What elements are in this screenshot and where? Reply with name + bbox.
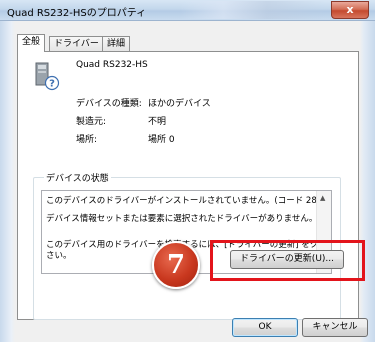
cancel-button[interactable]: キャンセル (302, 318, 368, 337)
ok-button[interactable]: OK (232, 318, 298, 337)
status-line: デバイス情報セットまたは要素に選択されたドライバーがありません。 (46, 214, 318, 224)
scroll-up-icon[interactable]: ▲ (320, 194, 325, 202)
close-button[interactable]: x (331, 1, 369, 19)
window-title: Quad RS232-HSのプロパティ (7, 8, 147, 19)
status-line: このデバイスのドライバーがインストールされていません。(コード 28) (46, 196, 321, 206)
status-line: さい。 (46, 251, 72, 261)
tab-details[interactable]: 詳細 (102, 36, 131, 51)
device-type-value: ほかのデバイス (148, 99, 211, 109)
location-value: 場所 0 (148, 135, 175, 145)
title-bar: Quad RS232-HSのプロパティ x (0, 0, 375, 21)
manufacturer-label: 製造元: (76, 117, 107, 127)
tab-general[interactable]: 全般 (17, 34, 46, 52)
device-name: Quad RS232-HS (76, 60, 148, 70)
title-bar-glass (180, 1, 325, 19)
annotation-highlight-box (210, 240, 365, 281)
location-label: 場所: (76, 135, 98, 145)
device-unknown-icon: ? (34, 61, 60, 94)
tab-driver[interactable]: ドライバー (49, 36, 104, 51)
svg-text:?: ? (49, 79, 55, 90)
step-number-badge: 7 (152, 241, 200, 289)
dialog-body: 全般 ドライバー 詳細 ? Quad RS232-HS デバイスの種類: ほかの… (0, 21, 375, 342)
device-status-title: デバイスの状態 (44, 171, 111, 184)
manufacturer-value: 不明 (148, 117, 167, 127)
device-type-label: デバイスの種類: (76, 99, 142, 109)
